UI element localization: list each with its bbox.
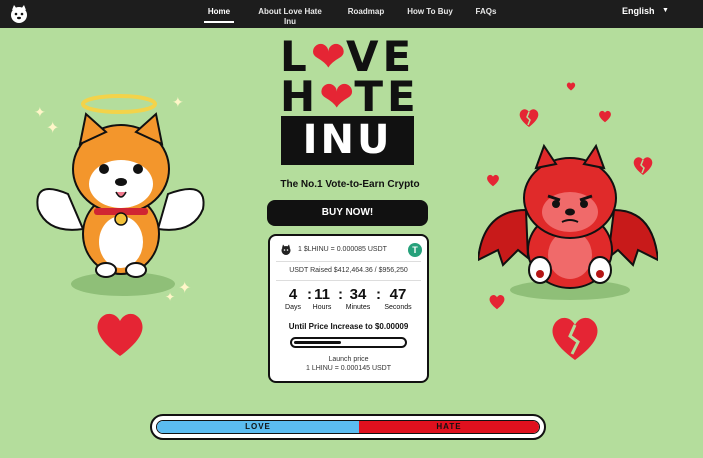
broken-heart-icon (552, 317, 598, 360)
devil-shiba-illustration (478, 143, 658, 300)
nav-home[interactable]: Home (204, 7, 234, 23)
sparkle-icon: ✦ (34, 104, 46, 120)
broken-heart-icon (633, 157, 653, 175)
logo-letters: TE (354, 72, 420, 121)
presale-progress-fill (294, 341, 341, 344)
language-selector[interactable]: English (622, 6, 655, 16)
top-navbar: Home About Love Hate Inu Roadmap How To … (0, 0, 703, 28)
countdown-hours-label: Hours (312, 304, 332, 311)
logo-letter: H (280, 72, 320, 121)
price-increase-note: Until Price Increase to $0.00009 (288, 322, 409, 331)
angel-shiba-illustration (36, 94, 205, 296)
countdown-days: 4 (288, 286, 298, 303)
countdown-minutes-label: Minutes (345, 304, 371, 311)
broken-heart-icon (566, 82, 576, 91)
countdown-hours: 11 (314, 286, 330, 303)
logo-inu: INU (281, 116, 414, 165)
countdown-separator: : (376, 286, 381, 303)
countdown-minutes: 34 (349, 286, 367, 303)
nav-roadmap[interactable]: Roadmap (346, 7, 386, 23)
launch-price-label: Launch price (328, 356, 369, 363)
logo-line-2: H❤TE (280, 76, 420, 118)
sparkle-icon: ✦ (46, 120, 60, 137)
broken-heart-icon (489, 294, 505, 310)
love-hate-vote-bar: LOVE HATE (150, 414, 546, 440)
launch-price-value: 1 LHINU = 0.000145 USDT (305, 365, 391, 372)
token-rate: 1 $LHINU = 0.000085 USDT (298, 246, 387, 253)
countdown-seconds: 47 (389, 286, 407, 303)
buy-now-button[interactable]: BUY NOW! (267, 200, 428, 226)
nav-how-to-buy[interactable]: How To Buy (407, 7, 453, 23)
sparkle-icon: ✦ (178, 280, 192, 297)
countdown-seconds-label: Seconds (384, 304, 412, 311)
usdt-raised: USDT Raised $412,464.36 / $956,250 (289, 267, 408, 274)
presale-card: 1 $LHINU = 0.000085 USDT T USDT Raised $… (268, 234, 429, 383)
sparkle-icon: ✦ (172, 94, 184, 110)
usdt-icon: T (408, 243, 422, 257)
divider (276, 261, 421, 262)
sparkle-icon: ✦ (165, 290, 176, 304)
presale-progress-bar (290, 337, 407, 348)
countdown-separator: : (338, 286, 343, 303)
nav-faqs[interactable]: FAQs (473, 7, 499, 23)
heart-icon (97, 313, 143, 356)
heart-icon: ❤ (319, 72, 355, 121)
launch-price: Launch price 1 LHINU = 0.000145 USDT (270, 355, 427, 373)
tagline: The No.1 Vote-to-Earn Crypto (280, 179, 420, 190)
vote-hate-button[interactable]: HATE (359, 421, 539, 433)
broken-heart-icon (599, 110, 611, 123)
divider (276, 280, 421, 281)
rate-row: 1 $LHINU = 0.000085 USDT T (276, 243, 422, 258)
vote-bar-track: LOVE HATE (156, 420, 540, 434)
vote-love-button[interactable]: LOVE (157, 421, 359, 433)
broken-heart-icon (519, 109, 539, 127)
chevron-down-icon[interactable]: ▼ (662, 7, 669, 14)
shiba-logo-icon (281, 244, 291, 255)
shiba-logo-icon[interactable] (8, 4, 30, 24)
nav-about[interactable]: About Love Hate Inu (252, 7, 328, 26)
broken-heart-icon (487, 174, 499, 187)
